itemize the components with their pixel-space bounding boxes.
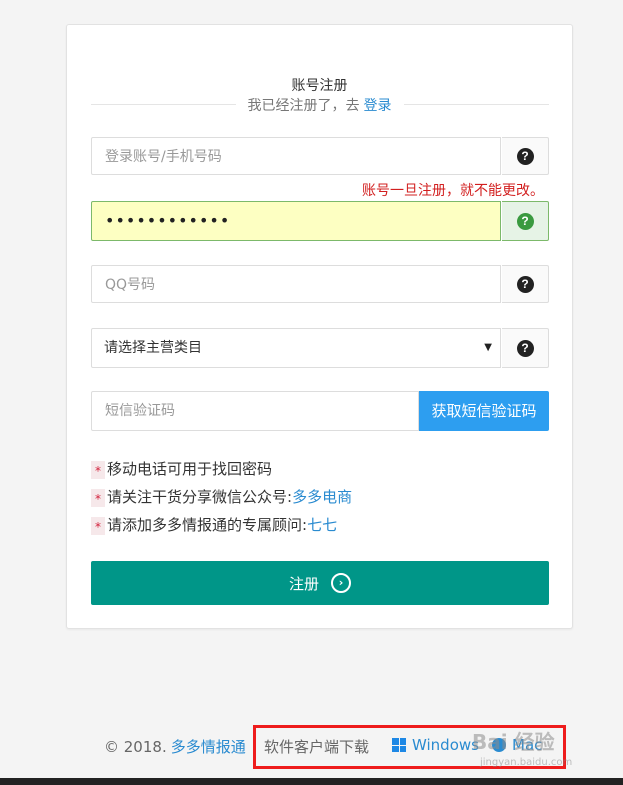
sms-input[interactable]: 短信验证码: [91, 391, 419, 431]
question-icon: ?: [516, 339, 534, 357]
login-prompt-text: 我已经注册了，去: [247, 98, 360, 114]
note-item: * 请关注干货分享微信公众号:多多电商: [91, 483, 352, 511]
brand-link[interactable]: 多多情报通: [171, 738, 246, 756]
login-prompt: 我已经注册了，去 登录: [235, 95, 404, 115]
note-item: * 请添加多多情报通的专属顾问:七七: [91, 511, 352, 539]
login-link[interactable]: 登录: [364, 98, 392, 114]
qq-help-button[interactable]: ?: [502, 265, 549, 303]
bottom-bar: [0, 778, 623, 785]
notes-list: * 移动电话可用于找回密码 * 请关注干货分享微信公众号:多多电商 * 请添加多多情报…: [91, 455, 352, 539]
sms-row: 短信验证码 获取短信验证码: [91, 391, 549, 431]
advisor-link[interactable]: 七七: [307, 516, 337, 534]
caret-down-icon: ▼: [484, 342, 492, 353]
copyright-text: © 2018.: [104, 738, 167, 756]
account-hint: 账号一旦注册，就不能更改。: [362, 183, 544, 199]
question-icon: ?: [516, 147, 534, 165]
register-card: 账号注册 我已经注册了，去 登录 登录账号/手机号码 ? 账号一旦注册，就不能更改…: [66, 24, 573, 629]
question-icon: ?: [516, 275, 534, 293]
note-item: * 移动电话可用于找回密码: [91, 455, 352, 483]
category-help-button[interactable]: ?: [502, 328, 549, 368]
register-label: 注册: [288, 574, 319, 593]
password-row: •••••••••••• ?: [91, 201, 549, 241]
password-input[interactable]: ••••••••••••: [91, 201, 501, 241]
watermark-url: jingyan.baidu.com: [480, 757, 573, 768]
category-row: 请选择主营类目 ▼ ?: [91, 328, 549, 368]
get-sms-code-button[interactable]: 获取短信验证码: [419, 391, 549, 431]
note-text: 请关注干货分享微信公众号:: [107, 488, 293, 506]
qq-row: QQ号码 ?: [91, 265, 549, 305]
qq-input[interactable]: QQ号码: [91, 265, 501, 303]
required-star: *: [91, 460, 105, 479]
note-text: 移动电话可用于找回密码: [107, 460, 273, 478]
note-text: 请添加多多情报通的专属顾问:: [107, 516, 308, 534]
question-icon: ?: [516, 212, 534, 230]
password-help-button[interactable]: ?: [502, 201, 549, 241]
account-help-button[interactable]: ?: [502, 137, 549, 175]
arrow-right-icon: ›: [331, 573, 351, 593]
required-star: *: [91, 488, 105, 507]
wechat-link[interactable]: 多多电商: [292, 488, 352, 506]
account-row: 登录账号/手机号码 ?: [91, 137, 549, 177]
category-select[interactable]: 请选择主营类目 ▼: [91, 328, 501, 368]
watermark: Bai 经验: [472, 730, 555, 754]
page-title: 账号注册: [291, 78, 348, 94]
category-selected: 请选择主营类目: [104, 340, 202, 356]
register-button[interactable]: 注册 ›: [91, 561, 549, 605]
copyright: © 2018. 多多情报通: [104, 736, 246, 757]
account-input[interactable]: 登录账号/手机号码: [91, 137, 501, 175]
required-star: *: [91, 516, 105, 535]
